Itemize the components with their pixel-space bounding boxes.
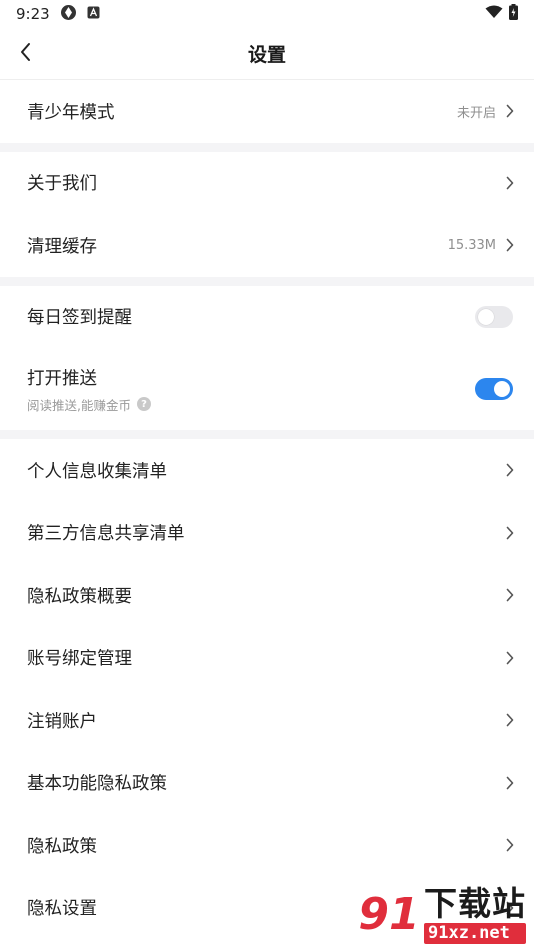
back-arrow-icon bbox=[19, 42, 33, 66]
push-subtitle: 阅读推送,能赚金币 bbox=[27, 397, 131, 413]
chevron-right-icon bbox=[504, 588, 516, 602]
clear-cache-label: 清理缓存 bbox=[27, 236, 97, 257]
privacy-list-item[interactable]: 账号绑定管理 bbox=[0, 627, 534, 690]
clear-cache-item[interactable]: 清理缓存 15.33M bbox=[0, 214, 534, 277]
section-divider bbox=[0, 142, 534, 152]
status-bar: 9:23 bbox=[0, 0, 534, 28]
privacy-item-label: 个人信息收集清单 bbox=[27, 461, 167, 482]
watermark-title: 下载站 bbox=[424, 883, 526, 923]
privacy-item-label: 基本功能隐私政策 bbox=[27, 774, 167, 795]
privacy-list-item[interactable]: 第三方信息共享清单 bbox=[0, 502, 534, 565]
watermark-logo-icon: 91 bbox=[358, 888, 420, 940]
youth-mode-status: 未开启 bbox=[456, 105, 496, 121]
push-notification-item: 打开推送 阅读推送,能赚金币 ? bbox=[0, 348, 534, 430]
section-divider bbox=[0, 430, 534, 439]
about-us-label: 关于我们 bbox=[27, 174, 97, 195]
battery-icon bbox=[509, 4, 518, 24]
toggle-knob bbox=[478, 308, 494, 325]
daily-checkin-reminder-item: 每日签到提醒 bbox=[0, 286, 534, 349]
about-us-item[interactable]: 关于我们 bbox=[0, 152, 534, 215]
cache-size: 15.33M bbox=[447, 237, 496, 253]
chevron-right-icon bbox=[504, 651, 516, 665]
chevron-right-icon bbox=[504, 463, 516, 477]
chevron-right-icon bbox=[504, 104, 516, 118]
chevron-right-icon bbox=[504, 838, 516, 852]
chevron-right-icon bbox=[504, 526, 516, 540]
top-app-bar: 设置 bbox=[0, 28, 534, 80]
privacy-item-label: 隐私设置 bbox=[27, 899, 97, 920]
back-button[interactable] bbox=[10, 38, 42, 70]
chevron-right-icon bbox=[504, 176, 516, 190]
chevron-right-icon bbox=[504, 238, 516, 252]
privacy-item-label: 账号绑定管理 bbox=[27, 649, 132, 670]
daily-checkin-label: 每日签到提醒 bbox=[27, 308, 132, 329]
privacy-list-item[interactable]: 隐私政策 bbox=[0, 814, 534, 877]
page-title: 设置 bbox=[247, 44, 286, 66]
privacy-item-label: 注销账户 bbox=[27, 711, 97, 732]
daily-checkin-toggle[interactable] bbox=[475, 305, 513, 328]
toggle-knob bbox=[494, 381, 510, 397]
privacy-list-item[interactable]: 基本功能隐私政策 bbox=[0, 752, 534, 815]
chevron-right-icon bbox=[504, 776, 516, 790]
chevron-right-icon bbox=[504, 713, 516, 727]
privacy-list-item[interactable]: 注销账户 bbox=[0, 689, 534, 752]
settings-list: 青少年模式 未开启 关于我们 清理缓存 15.33M 每日签到提醒 打开推送 阅… bbox=[0, 80, 534, 939]
push-label: 打开推送 bbox=[27, 368, 97, 389]
help-icon[interactable]: ? bbox=[136, 397, 151, 411]
youth-mode-item[interactable]: 青少年模式 未开启 bbox=[0, 80, 534, 143]
section-divider bbox=[0, 276, 534, 286]
privacy-section: 个人信息收集清单 第三方信息共享清单 隐私政策概要 账号绑定管理 注销账户基本功能隐私政… bbox=[0, 439, 534, 939]
youth-mode-label: 青少年模式 bbox=[27, 102, 115, 123]
privacy-list-item[interactable]: 个人信息收集清单 bbox=[0, 439, 534, 502]
privacy-item-label: 第三方信息共享清单 bbox=[27, 524, 185, 545]
app-notification-icon bbox=[60, 4, 77, 25]
privacy-item-label: 隐私政策 bbox=[27, 836, 97, 857]
watermark-url: 91xz.net bbox=[424, 922, 526, 944]
wifi-icon bbox=[485, 5, 503, 23]
privacy-list-item[interactable]: 隐私政策概要 bbox=[0, 564, 534, 627]
watermark: 91 下载站 91xz.net bbox=[358, 878, 530, 950]
privacy-item-label: 隐私政策概要 bbox=[27, 586, 132, 607]
status-time: 9:23 bbox=[16, 5, 50, 23]
a-notification-icon bbox=[87, 5, 100, 23]
push-toggle[interactable] bbox=[475, 378, 513, 400]
